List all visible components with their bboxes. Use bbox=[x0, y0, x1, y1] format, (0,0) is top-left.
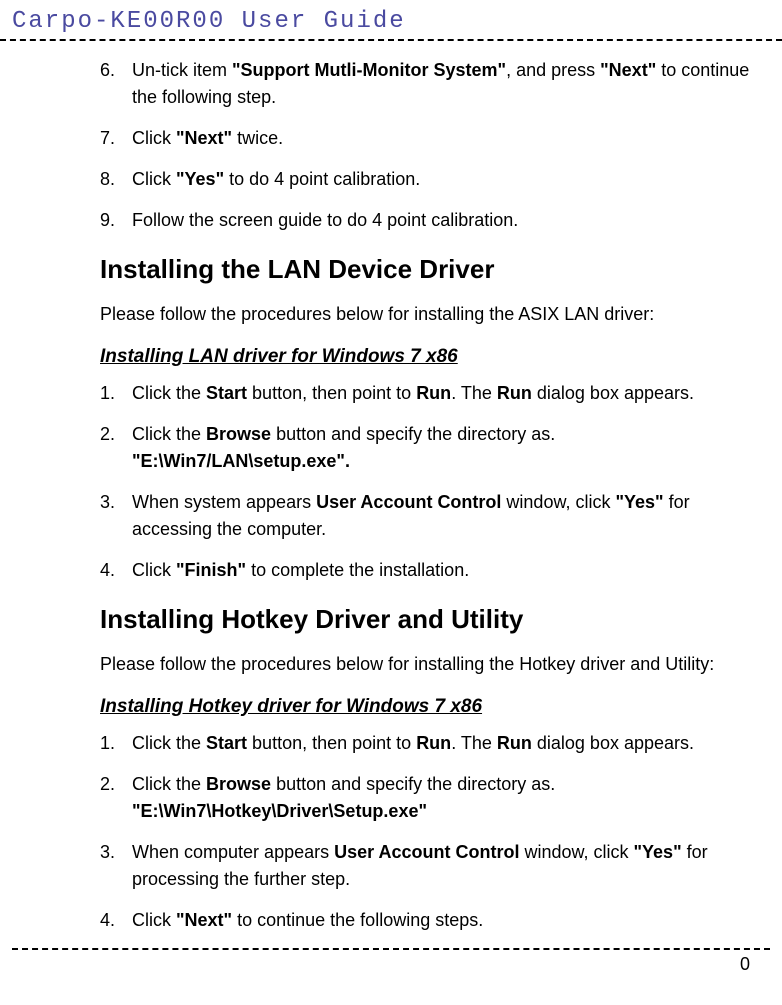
list-item: 4.Click "Next" to continue the following… bbox=[100, 907, 762, 934]
list-item-number: 2. bbox=[100, 421, 132, 475]
page-number: 0 bbox=[740, 954, 750, 974]
list-item: 3.When computer appears User Account Con… bbox=[100, 839, 762, 893]
section-hotkey-intro: Please follow the procedures below for i… bbox=[100, 651, 762, 678]
list-item-text: When computer appears User Account Contr… bbox=[132, 839, 762, 893]
list-item: 4.Click "Finish" to complete the install… bbox=[100, 557, 762, 584]
list-item-number: 4. bbox=[100, 557, 132, 584]
section-lan-intro: Please follow the procedures below for i… bbox=[100, 301, 762, 328]
list-item: 3.When system appears User Account Contr… bbox=[100, 489, 762, 543]
list-item-text: Un-tick item "Support Mutli-Monitor Syst… bbox=[132, 57, 762, 111]
section-hotkey-title: Installing Hotkey Driver and Utility bbox=[100, 604, 762, 635]
list-item-number: 8. bbox=[100, 166, 132, 193]
list-item-number: 4. bbox=[100, 907, 132, 934]
list-item: 8.Click "Yes" to do 4 point calibration. bbox=[100, 166, 762, 193]
list-item-number: 1. bbox=[100, 730, 132, 757]
document-footer: 0 bbox=[12, 948, 770, 975]
list-item-number: 7. bbox=[100, 125, 132, 152]
list-item: 2.Click the Browse button and specify th… bbox=[100, 771, 762, 825]
document-title: Carpo-KE00R00 User Guide bbox=[12, 8, 406, 35]
list-item: 7.Click "Next" twice. bbox=[100, 125, 762, 152]
hotkey-step-list: 1.Click the Start button, then point to … bbox=[100, 730, 762, 934]
list-item-text: Click "Next" twice. bbox=[132, 125, 762, 152]
list-item-text: Follow the screen guide to do 4 point ca… bbox=[132, 207, 762, 234]
list-item-text: Click the Start button, then point to Ru… bbox=[132, 730, 762, 757]
list-item-text: Click "Next" to continue the following s… bbox=[132, 907, 762, 934]
list-item-text: When system appears User Account Control… bbox=[132, 489, 762, 543]
list-item: 9.Follow the screen guide to do 4 point … bbox=[100, 207, 762, 234]
list-item-number: 9. bbox=[100, 207, 132, 234]
list-item-text: Click the Browse button and specify the … bbox=[132, 771, 762, 825]
top-step-list: 6.Un-tick item "Support Mutli-Monitor Sy… bbox=[100, 57, 762, 234]
list-item-number: 3. bbox=[100, 839, 132, 893]
list-item-text: Click "Yes" to do 4 point calibration. bbox=[132, 166, 762, 193]
document-header: Carpo-KE00R00 User Guide bbox=[0, 0, 782, 41]
list-item: 1.Click the Start button, then point to … bbox=[100, 380, 762, 407]
document-body: 6.Un-tick item "Support Mutli-Monitor Sy… bbox=[0, 41, 782, 934]
list-item: 2.Click the Browse button and specify th… bbox=[100, 421, 762, 475]
section-hotkey-subtitle: Installing Hotkey driver for Windows 7 x… bbox=[100, 696, 762, 718]
section-lan-title: Installing the LAN Device Driver bbox=[100, 254, 762, 285]
list-item-text: Click the Browse button and specify the … bbox=[132, 421, 762, 475]
lan-step-list: 1.Click the Start button, then point to … bbox=[100, 380, 762, 584]
list-item-number: 3. bbox=[100, 489, 132, 543]
list-item: 6.Un-tick item "Support Mutli-Monitor Sy… bbox=[100, 57, 762, 111]
list-item-number: 2. bbox=[100, 771, 132, 825]
list-item-number: 1. bbox=[100, 380, 132, 407]
section-lan-subtitle: Installing LAN driver for Windows 7 x86 bbox=[100, 346, 762, 368]
list-item-text: Click the Start button, then point to Ru… bbox=[132, 380, 762, 407]
list-item: 1.Click the Start button, then point to … bbox=[100, 730, 762, 757]
list-item-number: 6. bbox=[100, 57, 132, 111]
list-item-text: Click "Finish" to complete the installat… bbox=[132, 557, 762, 584]
